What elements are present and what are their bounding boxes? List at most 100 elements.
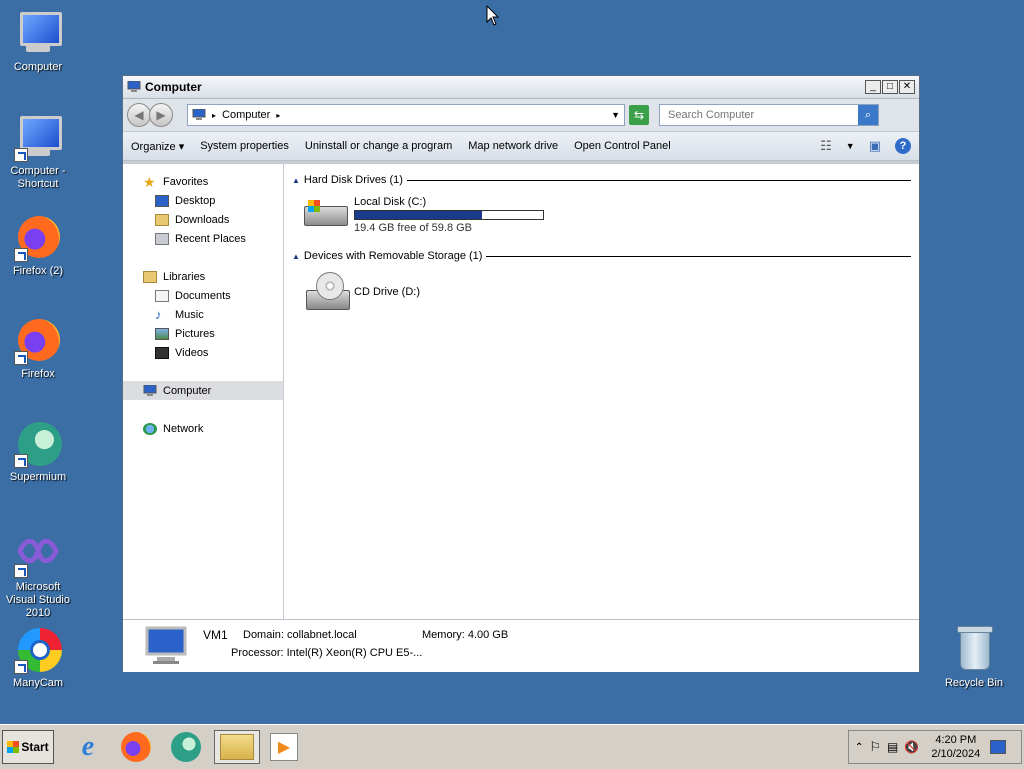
computer-icon — [127, 81, 141, 92]
computer-shortcut-icon — [14, 114, 62, 162]
desktop-icon-label: Firefox — [21, 368, 55, 380]
clock-time: 4:20 PM — [935, 734, 977, 746]
breadcrumb[interactable]: Computer — [222, 109, 270, 121]
maximize-button[interactable]: □ — [882, 80, 898, 94]
taskbar-explorer[interactable] — [214, 730, 260, 764]
processor-value: Processor: Intel(R) Xeon(R) CPU E5-... — [231, 647, 423, 659]
close-button[interactable]: ✕ — [899, 80, 915, 94]
nav-libraries[interactable]: Libraries — [143, 267, 205, 286]
media-player-icon: ▶ — [270, 733, 298, 761]
desktop-icon-supermium[interactable]: Supermium — [0, 420, 76, 484]
taskbar-media-player[interactable]: ▶ — [266, 730, 302, 764]
group-header-hard-disk-drives[interactable]: ▲ Hard Disk Drives (1) — [292, 174, 911, 186]
nav-desktop[interactable]: Desktop — [155, 191, 215, 210]
downloads-folder-icon — [155, 213, 169, 226]
music-icon: ♪ — [155, 306, 162, 322]
nav-downloads[interactable]: Downloads — [155, 210, 229, 229]
nav-network[interactable]: Network — [143, 419, 203, 438]
forward-button[interactable]: ▶ — [149, 103, 173, 127]
desktop-icon-firefox-2[interactable]: Firefox (2) — [0, 214, 76, 278]
visual-studio-icon — [14, 530, 62, 578]
show-hidden-icons-icon[interactable]: ⌃ — [855, 742, 863, 753]
drive-cd-d[interactable]: CD Drive (D:) — [302, 272, 420, 316]
group-header-removable-storage[interactable]: ▲ Devices with Removable Storage (1) — [292, 250, 911, 262]
view-options-icon[interactable]: ☷ — [820, 138, 832, 154]
nav-recent-places[interactable]: Recent Places — [155, 229, 246, 248]
internet-explorer-icon: e — [81, 731, 95, 762]
network-tray-icon[interactable]: ▤ — [887, 740, 898, 754]
nav-pictures[interactable]: Pictures — [155, 324, 215, 343]
preview-pane-icon[interactable]: ▣ — [869, 138, 881, 154]
clock-date: 2/10/2024 — [931, 748, 981, 760]
star-icon: ★ — [143, 173, 156, 190]
search-icon[interactable]: ⌕ — [858, 105, 878, 125]
refresh-button[interactable]: ⇆ — [629, 105, 649, 125]
desktop-icon-label: Computer — [13, 61, 63, 73]
explorer-window: Computer _ □ ✕ ◀ ▶ ▸ Computer ▸ ▼ ⇆ ⌕ Or… — [122, 75, 920, 672]
computer-name: VM1 — [203, 628, 228, 642]
nav-favorites[interactable]: ★ Favorites — [143, 172, 208, 191]
open-control-panel-button[interactable]: Open Control Panel — [574, 140, 671, 152]
desktop-icon — [155, 194, 169, 207]
nav-documents[interactable]: Documents — [155, 286, 231, 305]
network-icon — [143, 422, 157, 435]
address-dropdown-icon[interactable]: ▼ — [611, 110, 620, 120]
map-network-drive-button[interactable]: Map network drive — [468, 140, 558, 152]
search-box[interactable]: ⌕ — [659, 104, 879, 126]
collapse-icon[interactable]: ▲ — [292, 176, 300, 185]
details-pane: VM1 Domain: collabnet.local Memory: 4.00… — [123, 619, 919, 672]
drive-local-disk-c[interactable]: Local Disk (C:) 19.4 GB free of 59.8 GB — [302, 196, 544, 234]
cd-drive-icon — [302, 272, 350, 316]
window-titlebar[interactable]: Computer _ □ ✕ — [123, 76, 919, 99]
domain-value: Domain: collabnet.local — [243, 629, 357, 641]
volume-muted-icon[interactable]: 🔇 — [904, 740, 919, 754]
desktop-icon-label: Recycle Bin — [944, 677, 1004, 689]
computer-icon — [145, 626, 187, 664]
videos-icon — [155, 346, 169, 359]
address-field[interactable]: ▸ Computer ▸ ▼ — [187, 104, 625, 126]
mouse-cursor-icon — [486, 5, 500, 26]
show-desktop-icon[interactable] — [990, 740, 1007, 754]
clock[interactable]: 4:20 PM 2/10/2024 — [931, 733, 980, 761]
taskbar: Start e ▶ ⌃ ⚐ ▤ 🔇 4:20 PM 2/10/2024 — [0, 724, 1024, 769]
minimize-button[interactable]: _ — [865, 80, 881, 94]
breadcrumb-arrow-icon[interactable]: ▸ — [276, 111, 280, 120]
pictures-icon — [155, 327, 169, 340]
taskbar-supermium[interactable] — [168, 730, 204, 764]
desktop-icon-computer[interactable]: Computer — [0, 10, 76, 74]
nav-computer[interactable]: Computer — [123, 381, 283, 400]
action-center-flag-icon[interactable]: ⚐ — [869, 739, 881, 755]
desktop-icon-recycle-bin[interactable]: Recycle Bin — [936, 626, 1012, 690]
desktop-icon-computer-shortcut[interactable]: Computer - Shortcut — [0, 114, 76, 191]
collapse-icon[interactable]: ▲ — [292, 252, 300, 261]
desktop-icon-label: Supermium — [9, 471, 67, 483]
system-properties-button[interactable]: System properties — [200, 140, 289, 152]
command-bar: Organize ▾ System properties Uninstall o… — [123, 131, 919, 161]
windows-logo-icon — [7, 741, 20, 753]
nav-videos[interactable]: Videos — [155, 343, 208, 362]
breadcrumb-arrow-icon[interactable]: ▸ — [212, 111, 216, 120]
desktop-icon-manycam[interactable]: ManyCam — [0, 626, 76, 690]
computer-icon — [14, 10, 62, 58]
search-input[interactable] — [666, 108, 858, 122]
drive-name: Local Disk (C:) — [354, 196, 427, 208]
organize-button[interactable]: Organize ▾ — [131, 140, 184, 153]
help-icon[interactable]: ? — [895, 138, 911, 154]
recycle-bin-icon — [950, 626, 998, 674]
desktop-icon-firefox[interactable]: Firefox — [0, 317, 76, 381]
window-title: Computer — [145, 80, 202, 94]
system-tray: ⌃ ⚐ ▤ 🔇 4:20 PM 2/10/2024 — [848, 730, 1022, 764]
drive-free-space: 19.4 GB free of 59.8 GB — [354, 222, 473, 234]
taskbar-firefox[interactable] — [118, 730, 154, 764]
desktop-icon-visual-studio[interactable]: Microsoft Visual Studio 2010 — [0, 530, 76, 620]
view-dropdown-icon[interactable]: ▼ — [846, 141, 855, 151]
taskbar-internet-explorer[interactable]: e — [70, 730, 106, 764]
start-button[interactable]: Start — [2, 730, 54, 764]
computer-icon — [143, 384, 157, 396]
supermium-icon — [14, 420, 62, 468]
back-button[interactable]: ◀ — [127, 103, 151, 127]
uninstall-program-button[interactable]: Uninstall or change a program — [305, 140, 452, 152]
explorer-folder-icon — [220, 734, 254, 760]
recent-places-icon — [155, 232, 169, 245]
nav-music[interactable]: ♪ Music — [155, 305, 204, 324]
